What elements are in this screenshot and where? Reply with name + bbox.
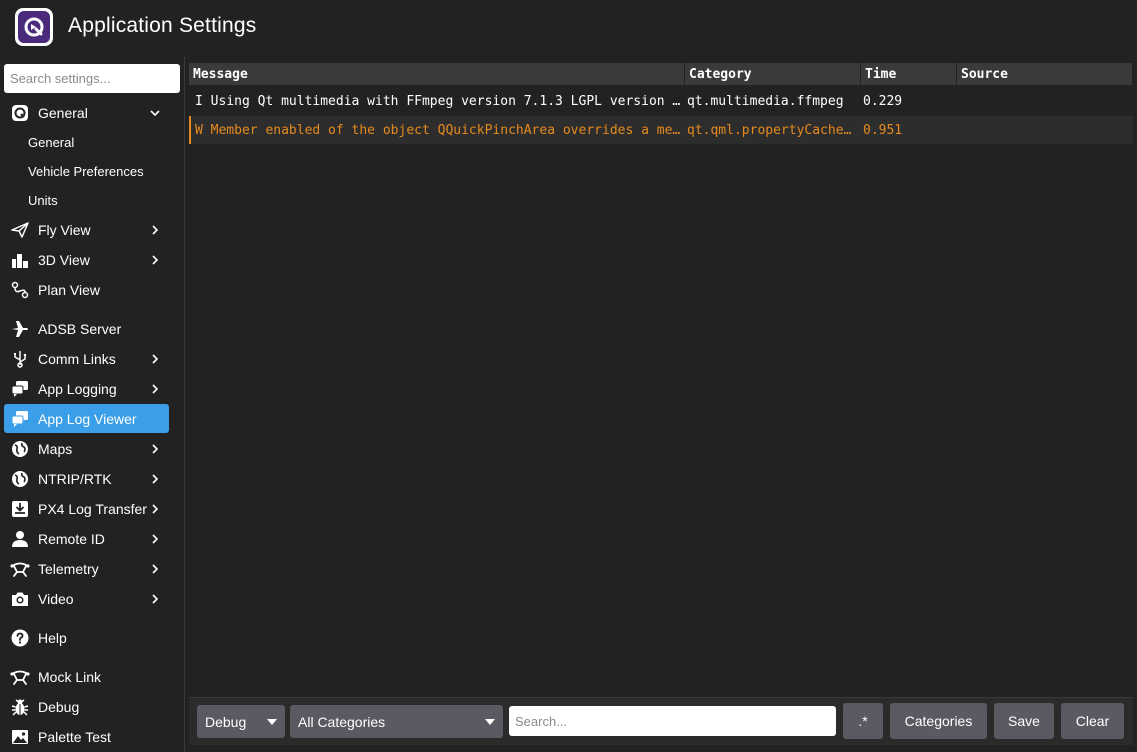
- qgc-logo-icon: [15, 8, 53, 46]
- log-level-value: Debug: [205, 713, 247, 730]
- settings-sidebar: General General Vehicle Preferences Unit…: [0, 57, 185, 752]
- globe-icon: [10, 439, 30, 459]
- sidebar-item-label: Video: [38, 590, 74, 607]
- chevron-right-icon: [147, 441, 163, 457]
- cell-category: qt.multimedia.ffmpeg: [687, 93, 844, 109]
- sidebar-item-label: General: [38, 104, 88, 121]
- chevron-right-icon: [147, 561, 163, 577]
- title-bar: Application Settings: [0, 0, 1137, 57]
- table-row[interactable]: W Member enabled of the object QQuickPin…: [189, 116, 1133, 144]
- regex-toggle-button[interactable]: .*: [843, 703, 883, 739]
- sidebar-item-label: ADSB Server: [38, 320, 122, 337]
- sidebar-item-label: Help: [38, 629, 67, 646]
- sidebar-item-3d-view[interactable]: 3D View: [4, 245, 169, 274]
- log-toolbar: Debug All Categories .* Categories Save …: [189, 697, 1133, 745]
- dropdown-arrow-icon: [485, 718, 495, 725]
- sidebar-item-label: NTRIP/RTK: [38, 470, 112, 487]
- chevron-right-icon: [147, 381, 163, 397]
- table-row[interactable]: I Using Qt multimedia with FFmpeg versio…: [189, 87, 1133, 115]
- sidebar-item-label: Fly View: [38, 221, 91, 238]
- airplane-icon: [10, 319, 30, 339]
- sidebar-item-label: Mock Link: [38, 668, 102, 685]
- log-level-select[interactable]: Debug: [197, 705, 285, 738]
- drone-icon: [10, 667, 30, 687]
- sidebar-subitem-vehicle-preferences[interactable]: Vehicle Preferences: [28, 160, 144, 182]
- cell-time: 0.229: [863, 93, 903, 109]
- sidebar-item-label: Telemetry: [38, 560, 99, 577]
- sidebar-item-telemetry[interactable]: Telemetry: [4, 554, 169, 583]
- drone-icon: [10, 559, 30, 579]
- sidebar-item-help[interactable]: Help: [4, 623, 169, 652]
- sidebar-subitem-general[interactable]: General: [28, 131, 74, 153]
- save-button[interactable]: Save: [994, 703, 1054, 739]
- sidebar-item-remote-id[interactable]: Remote ID: [4, 524, 169, 553]
- cell-message: I Using Qt multimedia with FFmpeg versio…: [195, 93, 681, 109]
- qgc-small-icon: [10, 103, 30, 123]
- sidebar-item-label: Remote ID: [38, 530, 105, 547]
- camera-icon: [10, 589, 30, 609]
- image-icon: [10, 727, 30, 747]
- usb-icon: [10, 349, 30, 369]
- sidebar-item-label: Maps: [38, 440, 73, 457]
- clear-button[interactable]: Clear: [1061, 703, 1124, 739]
- log-search-input[interactable]: [509, 706, 836, 736]
- sidebar-item-comm-links[interactable]: Comm Links: [4, 344, 169, 373]
- sidebar-item-px4-log-transfer[interactable]: PX4 Log Transfer: [4, 494, 169, 523]
- table-header: Message Category Time Source: [189, 63, 1133, 85]
- cell-message: W Member enabled of the object QQuickPin…: [195, 122, 681, 138]
- cell-time: 0.951: [863, 122, 903, 138]
- sidebar-item-mock-link[interactable]: Mock Link: [4, 662, 169, 691]
- buildings-icon: [10, 250, 30, 270]
- sidebar-item-label: 3D View: [38, 251, 90, 268]
- sidebar-item-label: Comm Links: [38, 350, 116, 367]
- sidebar-item-label: App Logging: [38, 380, 117, 397]
- sidebar-item-label: Debug: [38, 698, 80, 715]
- column-header-message[interactable]: Message: [189, 63, 685, 85]
- sidebar-item-debug[interactable]: Debug: [4, 692, 169, 721]
- download-box-icon: [10, 499, 30, 519]
- column-header-source[interactable]: Source: [957, 63, 1133, 85]
- sidebar-item-label: Plan View: [38, 281, 101, 298]
- route-icon: [10, 280, 30, 300]
- sidebar-item-plan-view[interactable]: Plan View: [4, 275, 169, 304]
- category-value: All Categories: [298, 713, 386, 730]
- sidebar-item-fly-view[interactable]: Fly View: [4, 215, 169, 244]
- sidebar-item-label: PX4 Log Transfer: [38, 500, 147, 517]
- sidebar-item-app-log-viewer[interactable]: App Log Viewer: [4, 404, 169, 433]
- chevron-down-icon: [147, 105, 163, 121]
- category-select[interactable]: All Categories: [290, 705, 503, 738]
- bug-icon: [10, 697, 30, 717]
- chat-icon: [10, 379, 30, 399]
- paper-plane-icon: [10, 220, 30, 240]
- chevron-right-icon: [147, 501, 163, 517]
- sidebar-item-app-logging[interactable]: App Logging: [4, 374, 169, 403]
- chevron-right-icon: [147, 531, 163, 547]
- globe-icon: [10, 469, 30, 489]
- column-header-time[interactable]: Time: [861, 63, 957, 85]
- page-title: Application Settings: [68, 14, 257, 37]
- dropdown-arrow-icon: [267, 718, 277, 725]
- log-viewer-panel: Message Category Time Source I Using Qt …: [189, 63, 1133, 695]
- categories-button[interactable]: Categories: [890, 703, 987, 739]
- cell-category: qt.qml.propertyCache…: [687, 122, 852, 138]
- chevron-right-icon: [147, 471, 163, 487]
- person-icon: [10, 529, 30, 549]
- sidebar-item-palette-test[interactable]: Palette Test: [4, 722, 169, 751]
- sidebar-item-label: App Log Viewer: [38, 410, 137, 427]
- sidebar-item-label: Palette Test: [38, 728, 111, 745]
- sidebar-item-ntrip-rtk[interactable]: NTRIP/RTK: [4, 464, 169, 493]
- sidebar-item-general[interactable]: General: [4, 98, 169, 127]
- chevron-right-icon: [147, 351, 163, 367]
- column-header-category[interactable]: Category: [685, 63, 861, 85]
- sidebar-item-adsb-server[interactable]: ADSB Server: [4, 314, 169, 343]
- help-icon: [10, 628, 30, 648]
- chat-icon: [10, 409, 30, 429]
- sidebar-item-video[interactable]: Video: [4, 584, 169, 613]
- sidebar-item-maps[interactable]: Maps: [4, 434, 169, 463]
- chevron-right-icon: [147, 252, 163, 268]
- sidebar-subitem-units[interactable]: Units: [28, 189, 58, 211]
- settings-search-input[interactable]: [4, 64, 180, 93]
- chevron-right-icon: [147, 222, 163, 238]
- chevron-right-icon: [147, 591, 163, 607]
